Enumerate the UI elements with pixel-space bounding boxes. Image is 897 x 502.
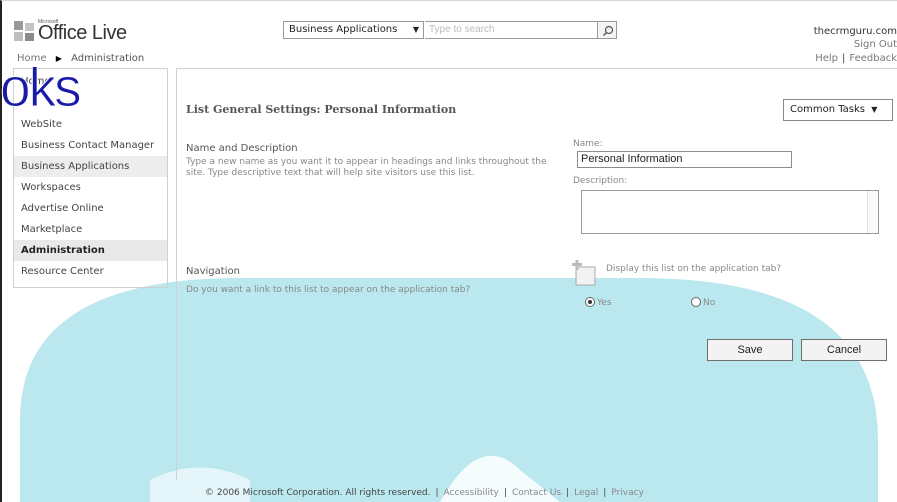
page-title: List General Settings: Personal Informat… xyxy=(186,103,457,116)
windows-flag-icon xyxy=(14,21,34,41)
radio-selected-icon xyxy=(585,297,595,307)
radio-no-label: No xyxy=(703,298,716,308)
nav-item-business-applications[interactable]: Business Applications xyxy=(14,156,167,177)
footer-link-contact-us[interactable]: Contact Us xyxy=(512,488,561,498)
nav-item-marketplace[interactable]: Marketplace xyxy=(14,219,167,240)
copyright-text: © 2006 Microsoft Corporation. All rights… xyxy=(205,488,431,498)
radio-yes-label: Yes xyxy=(597,298,612,308)
name-field[interactable]: Personal Information xyxy=(577,151,792,168)
common-tasks-button[interactable]: Common Tasks ▼ xyxy=(783,99,893,121)
chevron-down-icon: ▼ xyxy=(871,105,878,114)
search-button[interactable] xyxy=(597,21,617,39)
navigation-section-title: Navigation xyxy=(186,266,240,277)
description-label: Description: xyxy=(573,176,628,186)
footer-link-privacy[interactable]: Privacy xyxy=(611,488,644,498)
common-tasks-label: Common Tasks xyxy=(790,104,866,115)
search-icon xyxy=(603,25,614,36)
name-label: Name: xyxy=(573,139,603,149)
add-to-tab-icon xyxy=(572,260,596,286)
nav-item-workspaces[interactable]: Workspaces xyxy=(14,177,167,198)
footer-link-accessibility[interactable]: Accessibility xyxy=(444,488,499,498)
nav-item-resource-center[interactable]: Resource Center xyxy=(14,261,167,282)
overlay-watermark-text: oks xyxy=(0,56,82,118)
save-button[interactable]: Save xyxy=(707,339,793,361)
office-live-logo[interactable]: Microsoft Office Live xyxy=(13,19,153,49)
cancel-button[interactable]: Cancel xyxy=(801,339,887,361)
display-on-tab-label: Display this list on the application tab… xyxy=(606,264,782,274)
user-account-name: thecrmguru.com xyxy=(813,26,897,37)
logo-text: Office Live xyxy=(38,22,127,44)
help-links: Help | Feedback xyxy=(815,53,897,64)
search-input[interactable]: Type to search xyxy=(425,21,605,39)
nav-item-administration[interactable]: Administration xyxy=(14,240,167,261)
sign-out-link[interactable]: Sign Out xyxy=(854,39,897,50)
radio-yes[interactable]: Yes xyxy=(585,297,612,308)
radio-no[interactable]: No xyxy=(691,297,715,308)
description-field[interactable] xyxy=(581,190,879,234)
dropdown-arrow-icon: ▼ xyxy=(412,25,419,34)
radio-unselected-icon xyxy=(691,297,701,307)
breadcrumb-current: Administration xyxy=(71,53,145,64)
nav-item-advertise-online[interactable]: Advertise Online xyxy=(14,198,167,219)
search-scope-value: Business Applications xyxy=(289,24,398,35)
footer: © 2006 Microsoft Corporation. All rights… xyxy=(205,488,644,498)
description-scrollbar[interactable] xyxy=(867,191,878,233)
help-link[interactable]: Help xyxy=(815,53,838,64)
search-scope-dropdown[interactable]: Business Applications ▼ xyxy=(283,21,424,39)
navigation-help-text: Do you want a link to this list to appea… xyxy=(186,285,471,295)
nav-item-business-contact-manager[interactable]: Business Contact Manager xyxy=(14,135,167,156)
footer-link-legal[interactable]: Legal xyxy=(574,488,598,498)
feedback-link[interactable]: Feedback xyxy=(849,53,897,64)
name-description-help-text: Type a new name as you want it to appear… xyxy=(186,157,547,178)
name-description-section-title: Name and Description xyxy=(186,143,298,154)
